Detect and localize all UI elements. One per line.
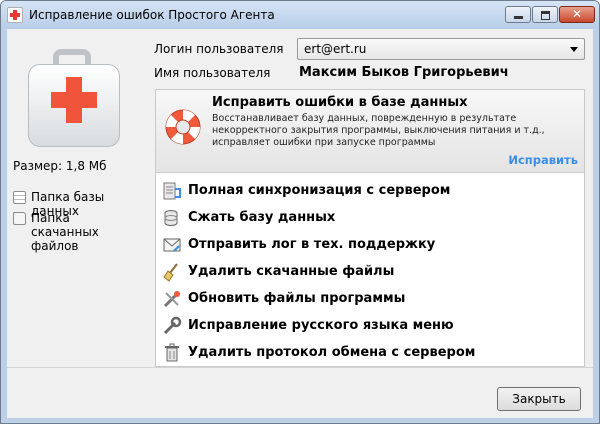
- action-update-files[interactable]: Обновить файлы программы: [156, 286, 584, 312]
- compress-database-icon: [164, 210, 178, 226]
- action-delete-downloads[interactable]: Удалить скачанные файлы: [156, 259, 584, 285]
- action-compress-db[interactable]: Сжать базу данных: [156, 205, 584, 231]
- fix-link[interactable]: Исправить: [508, 153, 578, 167]
- action-delete-exchange-log[interactable]: Удалить протокол обмена с сервером: [156, 340, 584, 366]
- close-icon: ✕: [571, 7, 583, 21]
- action-full-sync[interactable]: Полная синхронизация с сервером: [156, 178, 584, 204]
- username-value: Максим Быков Григорьевич: [299, 65, 509, 80]
- login-value: ert@ert.ru: [304, 42, 367, 56]
- action-label: Обновить файлы программы: [188, 291, 406, 306]
- dialog-footer: Закрыть: [7, 367, 593, 418]
- action-label: Отправить лог в тех. поддержку: [188, 237, 436, 252]
- app-window: Исправление ошибок Простого Агента ✕ Раз…: [0, 0, 600, 424]
- trash-icon: [165, 343, 179, 362]
- action-send-log[interactable]: Отправить лог в тех. поддержку: [156, 232, 584, 258]
- broom-icon: [163, 263, 178, 282]
- username-label: Имя пользователя: [154, 66, 271, 80]
- database-folder-icon: [13, 191, 26, 204]
- window-title: Исправление ошибок Простого Агента: [29, 8, 275, 22]
- first-aid-app-icon: [7, 7, 23, 23]
- server-sync-icon: [163, 182, 181, 200]
- featured-title: Исправить ошибки в базе данных: [212, 95, 468, 110]
- maximize-button[interactable]: [532, 6, 558, 23]
- close-window-button[interactable]: ✕: [559, 6, 595, 23]
- main-content: Размер: 1,8 Мб Папка базы данных Папка с…: [7, 29, 593, 367]
- action-label: Удалить скачанные файлы: [188, 264, 395, 279]
- send-log-icon: [163, 238, 181, 252]
- folder-icon: [13, 212, 26, 225]
- action-label: Удалить протокол обмена с сервером: [188, 345, 476, 360]
- featured-action-fix-database[interactable]: Исправить ошибки в базе данных Восстанав…: [156, 90, 584, 173]
- action-fix-menu-language[interactable]: Исправление русского языка меню: [156, 313, 584, 339]
- downloads-folder-label: Папка скачанных файлов: [31, 211, 99, 253]
- size-label: Размер: 1,8 Мб: [13, 159, 107, 173]
- title-bar[interactable]: Исправление ошибок Простого Агента ✕: [1, 1, 599, 29]
- login-label: Логин пользователя: [154, 42, 284, 56]
- wrench-icon: [163, 316, 182, 335]
- lifebuoy-icon: [165, 109, 201, 145]
- minimize-icon: [514, 16, 523, 19]
- close-button[interactable]: Закрыть: [497, 387, 581, 411]
- maximize-icon: [541, 11, 550, 20]
- actions-panel: Исправить ошибки в базе данных Восстанав…: [155, 89, 585, 367]
- minimize-button[interactable]: [505, 6, 531, 23]
- first-aid-kit-icon: [28, 49, 120, 147]
- featured-description: Восстанавливает базу данных, поврежденну…: [212, 113, 545, 148]
- action-label: Исправление русского языка меню: [188, 318, 454, 333]
- action-label: Полная синхронизация с сервером: [188, 183, 451, 198]
- tools-icon: [163, 291, 180, 308]
- login-dropdown[interactable]: ert@ert.ru: [297, 38, 585, 60]
- chevron-down-icon: [570, 47, 578, 52]
- action-label: Сжать базу данных: [188, 210, 336, 225]
